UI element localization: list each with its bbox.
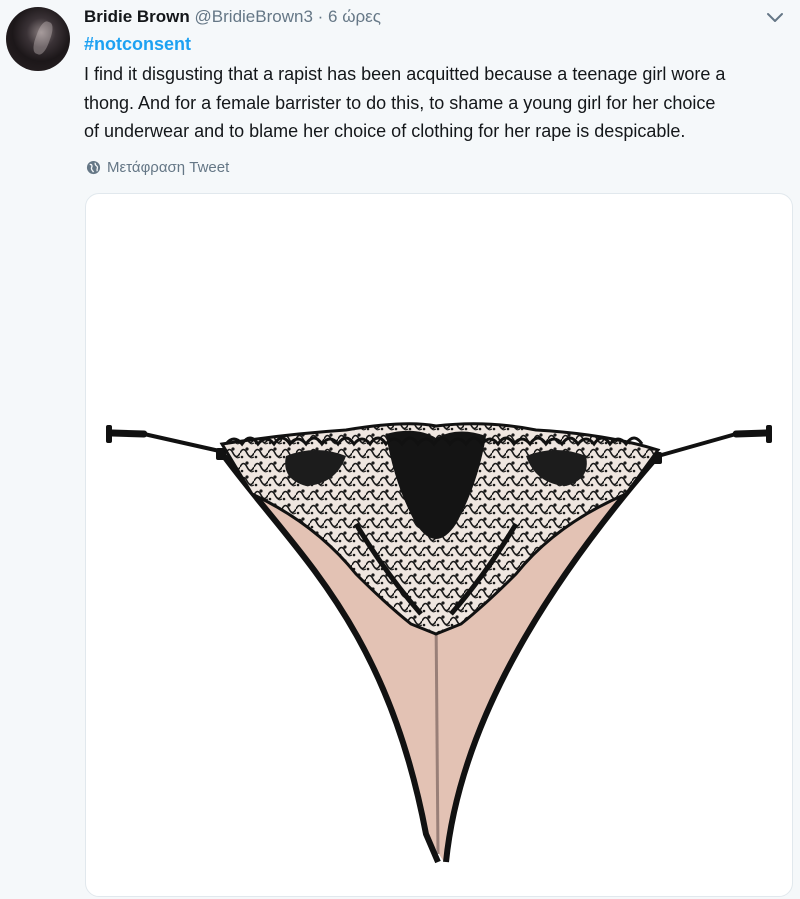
hashtag-link[interactable]: #notconsent (84, 33, 191, 55)
translate-label: Μετάφραση Tweet (107, 158, 230, 176)
author-name[interactable]: Bridie Brown (84, 7, 190, 26)
chevron-down-icon[interactable] (764, 8, 786, 26)
author-handle[interactable]: @BridieBrown3 (195, 7, 313, 26)
media-card[interactable] (85, 193, 793, 897)
header-separator: · (317, 7, 324, 26)
avatar-highlight (30, 19, 56, 57)
tweet-timestamp[interactable]: 6 ώρες (328, 7, 381, 26)
right-strap (652, 425, 772, 464)
tweet-text-line: thong. And for a female barrister to do … (84, 92, 716, 113)
tweet-text: I find it disgusting that a rapist has b… (84, 60, 796, 146)
tweet-header: Bridie Brown @BridieBrown3 · 6 ώρες (84, 6, 381, 28)
left-strap (106, 425, 226, 460)
avatar[interactable] (6, 7, 70, 71)
tweet-text-line: I find it disgusting that a rapist has b… (84, 64, 726, 84)
tweet: Bridie Brown @BridieBrown3 · 6 ώρες #not… (0, 0, 800, 899)
media-image (106, 422, 772, 864)
translate-tweet-link[interactable]: Μετάφραση Tweet (86, 157, 229, 177)
globe-icon (86, 160, 101, 174)
tweet-text-line: of underwear and to blame her choice of … (84, 121, 686, 141)
